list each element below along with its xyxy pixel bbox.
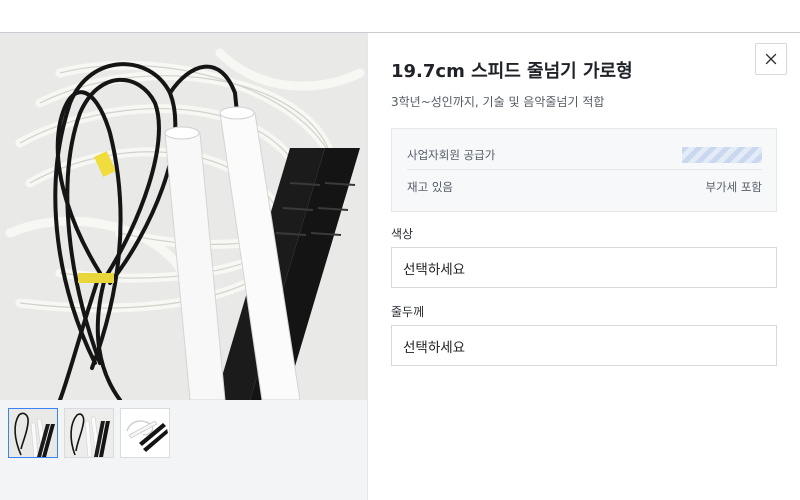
product-subtitle: 3학년~성인까지, 기술 및 음악줄넘기 적합: [391, 95, 605, 109]
price-loading-placeholder: [682, 147, 762, 163]
product-modal: 19.7cm 스피드 줄넘기 가로형 3학년~성인까지, 기술 및 음악줄넘기 …: [0, 33, 800, 500]
product-info-panel: 19.7cm 스피드 줄넘기 가로형 3학년~성인까지, 기술 및 음악줄넘기 …: [391, 33, 787, 500]
main-product-image: [0, 33, 367, 400]
color-option-label: 색상: [391, 227, 414, 241]
member-price-label: 사업자회원 공급가: [407, 148, 496, 162]
rope-thickness-select-value: 선택하세요: [403, 339, 466, 356]
product-title: 19.7cm 스피드 줄넘기 가로형: [391, 61, 633, 82]
vat-note: 부가세 포함: [705, 180, 762, 194]
product-gallery: [0, 33, 368, 500]
stock-row: 재고 있음 부가세 포함: [407, 175, 762, 199]
close-button[interactable]: [755, 43, 787, 75]
stock-status: 재고 있음: [407, 180, 453, 194]
thumbnail-strip: [8, 408, 170, 460]
rope-thickness-select[interactable]: 선택하세요: [391, 325, 777, 366]
thumbnail-2[interactable]: [64, 408, 114, 458]
top-bar: [0, 0, 800, 33]
rope-thickness-option-label: 줄두께: [391, 305, 425, 319]
color-select-value: 선택하세요: [403, 261, 466, 278]
color-select[interactable]: 선택하세요: [391, 247, 777, 288]
close-icon: [765, 50, 777, 69]
thumbnail-3[interactable]: [120, 408, 170, 458]
member-price-row: 사업자회원 공급가: [407, 141, 762, 170]
price-box: 사업자회원 공급가 재고 있음 부가세 포함: [391, 128, 777, 212]
thumbnail-1[interactable]: [8, 408, 58, 458]
